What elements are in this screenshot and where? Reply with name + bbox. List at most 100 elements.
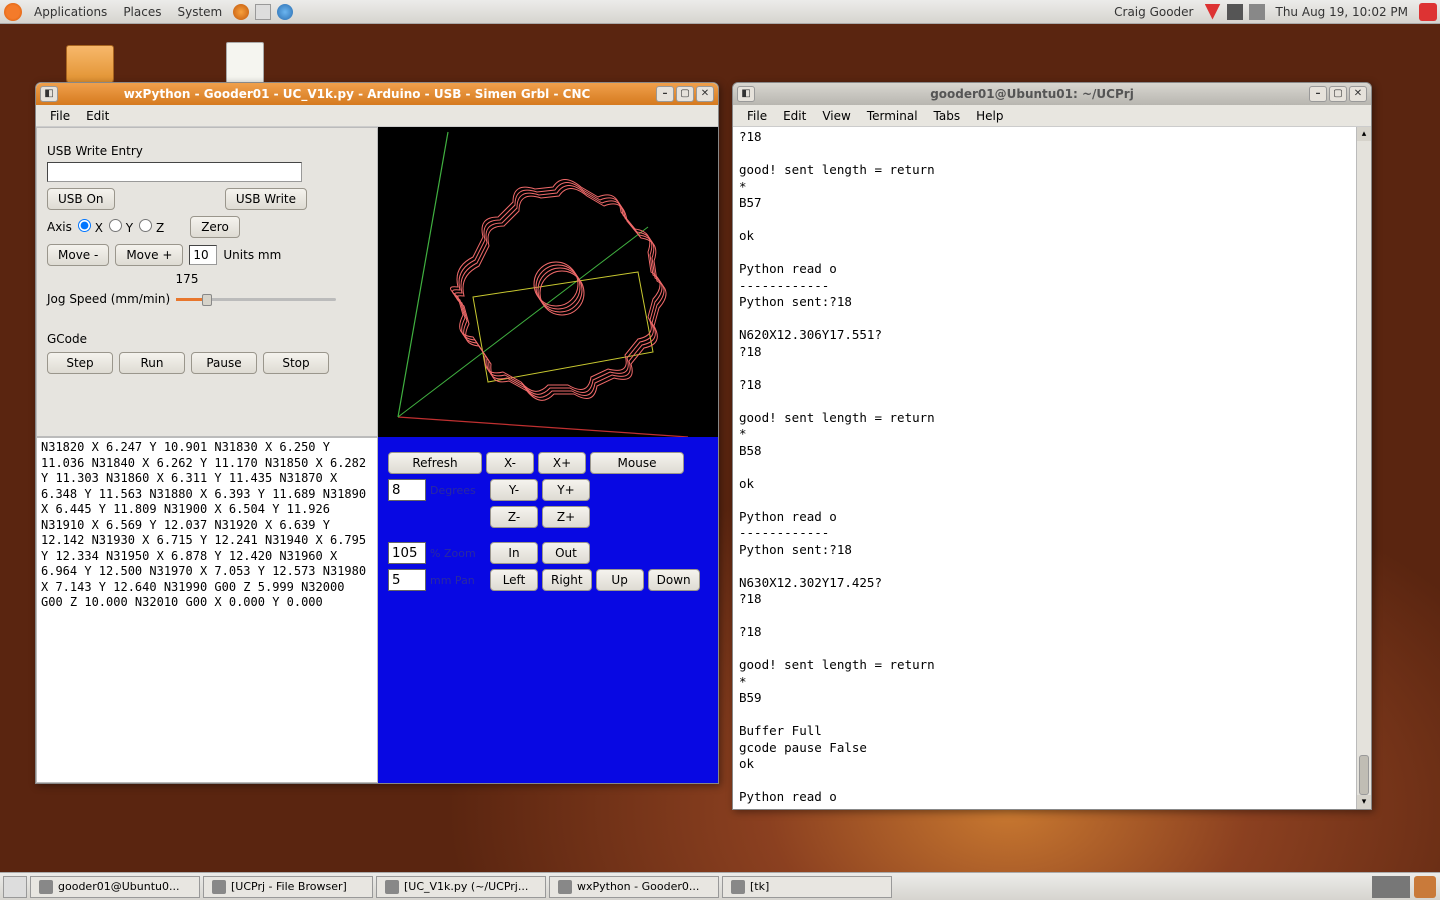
degrees-input[interactable] [388,479,426,501]
term-view-menu[interactable]: View [814,109,858,123]
z-minus-button[interactable]: Z- [490,506,538,528]
zero-button[interactable]: Zero [190,216,240,238]
task-icon [39,880,53,894]
task-icon [731,880,745,894]
y-plus-button[interactable]: Y+ [542,479,590,501]
minimize-button[interactable]: – [656,86,674,102]
term-help-menu[interactable]: Help [968,109,1011,123]
usb-entry-input[interactable] [47,162,302,182]
term-terminal-menu[interactable]: Terminal [859,109,926,123]
mouse-button[interactable]: Mouse [590,452,684,474]
view-control-panel: Refresh X- X+ Mouse Degrees Y- Y+ Z- Z+ … [378,437,718,783]
terminal-titlebar[interactable]: ◧ gooder01@Ubuntu01: ~/UCPrj – ▢ ✕ [733,83,1371,105]
cnc-window-title: wxPython - Gooder01 - UC_V1k.py - Arduin… [58,87,656,101]
viewport-3d[interactable] [378,127,718,437]
maximize-button[interactable]: ▢ [1329,86,1347,102]
show-desktop-button[interactable] [3,876,27,898]
taskbar-task[interactable]: [UC_V1k.py (~/UCPrj... [376,876,546,898]
jog-speed-label: Jog Speed (mm/min) [47,292,170,306]
axis-z-radio[interactable]: Z [139,219,164,235]
pan-right-button[interactable]: Right [542,569,592,591]
mail-icon[interactable] [255,4,271,20]
power-button[interactable] [1419,3,1437,21]
ubuntu-logo-icon[interactable] [4,3,22,21]
step-button[interactable]: Step [47,352,113,374]
scroll-thumb[interactable] [1359,755,1369,795]
task-label: [UC_V1k.py (~/UCPrj... [404,880,528,893]
axis-y-radio[interactable]: Y [109,219,133,235]
move-distance-input[interactable] [189,245,217,265]
terminal-content[interactable]: ?18 good! sent length = return * B57 ok … [733,127,1371,809]
task-label: [UCPrj - File Browser] [231,880,347,893]
taskbar-task[interactable]: [tk] [722,876,892,898]
terminal-scrollbar[interactable]: ▴ ▾ [1356,127,1371,809]
control-panel: USB Write Entry USB On USB Write Axis X … [36,127,378,437]
user-menu[interactable]: Craig Gooder [1106,5,1201,19]
terminal-window: ◧ gooder01@Ubuntu01: ~/UCPrj – ▢ ✕ File … [732,82,1372,810]
degrees-label: Degrees [430,484,486,497]
close-button[interactable]: ✕ [1349,86,1367,102]
close-button[interactable]: ✕ [696,86,714,102]
refresh-button[interactable]: Refresh [388,452,482,474]
usb-write-button[interactable]: USB Write [225,188,307,210]
move-plus-button[interactable]: Move + [115,244,183,266]
usb-on-button[interactable]: USB On [47,188,115,210]
term-edit-menu[interactable]: Edit [775,109,814,123]
gear-render-svg [378,127,718,437]
task-label: wxPython - Gooder0... [577,880,699,893]
zoom-input[interactable] [388,542,426,564]
edit-menu[interactable]: Edit [78,109,117,123]
window-menu-icon[interactable]: ◧ [737,86,755,102]
clock[interactable]: Thu Aug 19, 10:02 PM [1268,5,1417,19]
volume-icon[interactable] [1249,4,1265,20]
task-icon [212,880,226,894]
axis-x-radio[interactable]: X [78,219,103,235]
units-label: Units mm [223,248,281,262]
gcode-list[interactable]: N31820 X 6.247 Y 10.901 N31830 X 6.250 Y… [36,437,378,783]
run-button[interactable]: Run [119,352,185,374]
x-minus-button[interactable]: X- [486,452,534,474]
z-plus-button[interactable]: Z+ [542,506,590,528]
cnc-menubar: File Edit [36,105,718,127]
download-icon[interactable] [1205,4,1221,20]
pause-button[interactable]: Pause [191,352,257,374]
scroll-down-arrow[interactable]: ▾ [1357,795,1371,809]
y-minus-button[interactable]: Y- [490,479,538,501]
window-menu-icon[interactable]: ◧ [40,86,58,102]
maximize-button[interactable]: ▢ [676,86,694,102]
network-icon[interactable] [1227,4,1243,20]
move-minus-button[interactable]: Move - [47,244,109,266]
scroll-up-arrow[interactable]: ▴ [1357,127,1371,141]
pan-down-button[interactable]: Down [648,569,700,591]
term-tabs-menu[interactable]: Tabs [926,109,969,123]
zoom-out-button[interactable]: Out [542,542,590,564]
places-menu[interactable]: Places [115,5,169,19]
help-icon[interactable] [277,4,293,20]
pan-input[interactable] [388,569,426,591]
gcode-label: GCode [47,332,367,346]
terminal-title: gooder01@Ubuntu01: ~/UCPrj [755,87,1309,101]
cnc-titlebar[interactable]: ◧ wxPython - Gooder01 - UC_V1k.py - Ardu… [36,83,718,105]
terminal-menubar: File Edit View Terminal Tabs Help [733,105,1371,127]
minimize-button[interactable]: – [1309,86,1327,102]
taskbar-task[interactable]: [UCPrj - File Browser] [203,876,373,898]
zoom-in-button[interactable]: In [490,542,538,564]
axis-label: Axis [47,220,72,234]
firefox-icon[interactable] [233,4,249,20]
pan-left-button[interactable]: Left [490,569,538,591]
x-plus-button[interactable]: X+ [538,452,586,474]
taskbar-task[interactable]: wxPython - Gooder0... [549,876,719,898]
jog-speed-slider[interactable] [176,293,336,305]
pan-up-button[interactable]: Up [596,569,644,591]
workspace-switcher[interactable] [1372,876,1410,898]
task-label: gooder01@Ubuntu0... [58,880,179,893]
stop-button[interactable]: Stop [263,352,329,374]
trash-icon[interactable] [1414,876,1436,898]
task-icon [385,880,399,894]
top-panel: Applications Places System Craig Gooder … [0,0,1440,24]
taskbar-task[interactable]: gooder01@Ubuntu0... [30,876,200,898]
applications-menu[interactable]: Applications [26,5,115,19]
term-file-menu[interactable]: File [739,109,775,123]
system-menu[interactable]: System [169,5,230,19]
file-menu[interactable]: File [42,109,78,123]
